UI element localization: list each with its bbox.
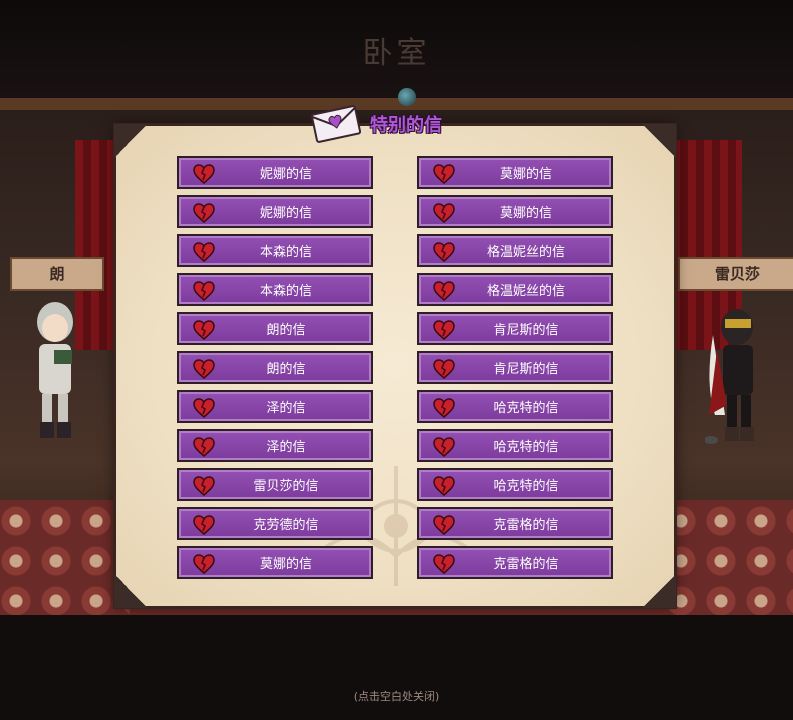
character-nameplate-left: 朗 [10, 257, 104, 291]
carpet-left [0, 505, 130, 615]
letter-button[interactable]: 克劳德的信 [177, 507, 373, 540]
panel-corner [114, 124, 148, 158]
broken-heart-icon [193, 359, 215, 379]
letter-button[interactable]: 泽的信 [177, 390, 373, 423]
letter-button[interactable]: 肯尼斯的信 [417, 351, 613, 384]
broken-heart-icon [193, 476, 215, 496]
letter-button[interactable]: 本森的信 [177, 234, 373, 267]
panel-corner [114, 574, 148, 608]
letter-button[interactable]: 哈克特的信 [417, 468, 613, 501]
broken-heart-icon [433, 281, 455, 301]
broken-heart-icon [433, 437, 455, 457]
letter-button[interactable]: 妮娜的信 [177, 156, 373, 189]
panel-title: 特别的信 [370, 115, 442, 136]
broken-heart-icon [193, 398, 215, 418]
letter-button[interactable]: 克雷格的信 [417, 507, 613, 540]
bottom-backdrop [0, 615, 793, 720]
close-hint: (点击空白处关闭) [353, 690, 440, 703]
broken-heart-icon [433, 554, 455, 574]
character-left-sprite[interactable] [30, 300, 80, 440]
carpet-right [665, 505, 793, 615]
room-title: 卧室 [362, 36, 431, 71]
broken-heart-icon [193, 437, 215, 457]
game-scene[interactable]: 卧室 朗 雷贝莎 特别的信 妮娜的信 莫娜的信 妮娜的信 莫娜的信 本森的信 格… [0, 0, 793, 720]
heart-envelope-icon [310, 105, 362, 143]
letter-button[interactable]: 格温妮丝的信 [417, 273, 613, 306]
broken-heart-icon [193, 320, 215, 340]
broken-heart-icon [193, 554, 215, 574]
broken-heart-icon [433, 515, 455, 535]
broken-heart-icon [193, 242, 215, 262]
panel-corner [642, 574, 676, 608]
broken-heart-icon [433, 476, 455, 496]
broken-heart-icon [433, 359, 455, 379]
letter-button[interactable]: 妮娜的信 [177, 195, 373, 228]
panel-corner [642, 124, 676, 158]
letter-button[interactable]: 莫娜的信 [177, 546, 373, 579]
letter-button[interactable]: 朗的信 [177, 312, 373, 345]
letter-button[interactable]: 哈克特的信 [417, 390, 613, 423]
letter-button[interactable]: 本森的信 [177, 273, 373, 306]
broken-heart-icon [433, 242, 455, 262]
letters-grid: 妮娜的信 莫娜的信 妮娜的信 莫娜的信 本森的信 格温妮丝的信 本森的信 格温妮丝的信 朗的信肯… [177, 156, 613, 579]
broken-heart-icon [193, 281, 215, 301]
panel-header: 特别的信 [308, 104, 442, 144]
broken-heart-icon [433, 203, 455, 223]
letter-button[interactable]: 莫娜的信 [417, 156, 613, 189]
letter-button[interactable]: 肯尼斯的信 [417, 312, 613, 345]
letter-button[interactable]: 克雷格的信 [417, 546, 613, 579]
broken-heart-icon [433, 398, 455, 418]
broken-heart-icon [433, 164, 455, 184]
letter-button[interactable]: 哈克特的信 [417, 429, 613, 462]
letter-button[interactable]: 雷贝莎的信 [177, 468, 373, 501]
broken-heart-icon [433, 320, 455, 340]
letter-button[interactable]: 泽的信 [177, 429, 373, 462]
broken-heart-icon [193, 164, 215, 184]
letter-button[interactable]: 莫娜的信 [417, 195, 613, 228]
character-nameplate-right: 雷贝莎 [678, 257, 793, 291]
character-right-sprite[interactable] [705, 305, 765, 445]
broken-heart-icon [193, 203, 215, 223]
letter-button[interactable]: 朗的信 [177, 351, 373, 384]
letter-button[interactable]: 格温妮丝的信 [417, 234, 613, 267]
broken-heart-icon [193, 515, 215, 535]
